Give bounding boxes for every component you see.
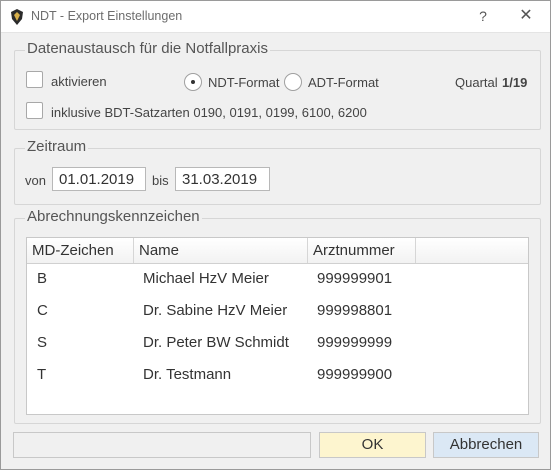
ok-button[interactable]: OK [319, 432, 426, 458]
column-header-name[interactable]: Name [134, 238, 308, 263]
number-cell: 999999901 [317, 270, 393, 287]
ndt-format-radio[interactable] [184, 73, 202, 91]
help-button[interactable]: ? [472, 5, 494, 27]
adt-format-label: ADT-Format [308, 75, 379, 90]
number-cell: 999998801 [317, 302, 393, 319]
zeitraum-legend: Zeitraum [25, 138, 89, 155]
quarter-label: Quartal [455, 75, 498, 90]
quarter-value: 1/19 [502, 75, 528, 90]
column-header-number[interactable]: Arztnummer [308, 238, 416, 263]
cancel-button[interactable]: Abbrechen [433, 432, 539, 458]
abrechnung-legend: Abrechnungskennzeichen [25, 208, 202, 225]
number-cell: 999999999 [317, 334, 393, 351]
table-row[interactable]: S Dr. Peter BW Schmidt 999999999 [27, 327, 528, 359]
to-label: bis [152, 173, 169, 188]
export-settings-dialog: NDT - Export Einstellungen ? ✕ Datenaust… [0, 0, 551, 470]
title-bar: NDT - Export Einstellungen ? ✕ [1, 1, 550, 33]
activate-checkbox[interactable] [26, 71, 43, 88]
window-title: NDT - Export Einstellungen [31, 9, 183, 23]
name-cell: Michael HzV Meier [143, 270, 269, 287]
ndt-format-label: NDT-Format [208, 75, 280, 90]
table-row[interactable]: B Michael HzV Meier 999999901 [27, 263, 528, 295]
datenaustausch-legend: Datenaustausch für die Notfallpraxis [25, 40, 270, 57]
include-bdt-label: inklusive BDT-Satzarten 0190, 0191, 0199… [51, 105, 367, 120]
table-row[interactable]: C Dr. Sabine HzV Meier 999998801 [27, 295, 528, 327]
column-header-md[interactable]: MD-Zeichen [27, 238, 134, 263]
table-header: MD-Zeichen Name Arztnummer [27, 238, 528, 264]
from-label: von [25, 173, 46, 188]
md-cell: S [37, 334, 48, 351]
name-cell: Dr. Peter BW Schmidt [143, 334, 289, 351]
name-cell: Dr. Sabine HzV Meier [143, 302, 288, 319]
md-cell: B [37, 270, 48, 287]
number-cell: 999999900 [317, 366, 393, 383]
from-date-input[interactable]: 01.01.2019 [52, 167, 146, 191]
activate-label: aktivieren [51, 74, 107, 89]
table-row[interactable]: T Dr. Testmann 999999900 [27, 359, 528, 391]
adt-format-radio[interactable] [284, 73, 302, 91]
app-logo-icon [10, 9, 24, 25]
doctor-table[interactable]: MD-Zeichen Name Arztnummer B Michael HzV… [26, 237, 529, 415]
name-cell: Dr. Testmann [143, 366, 232, 383]
md-cell: T [37, 366, 47, 383]
include-bdt-checkbox[interactable] [26, 102, 43, 119]
close-button[interactable]: ✕ [515, 5, 537, 27]
status-field [13, 432, 311, 458]
to-date-input[interactable]: 31.03.2019 [175, 167, 270, 191]
md-cell: C [37, 302, 48, 319]
